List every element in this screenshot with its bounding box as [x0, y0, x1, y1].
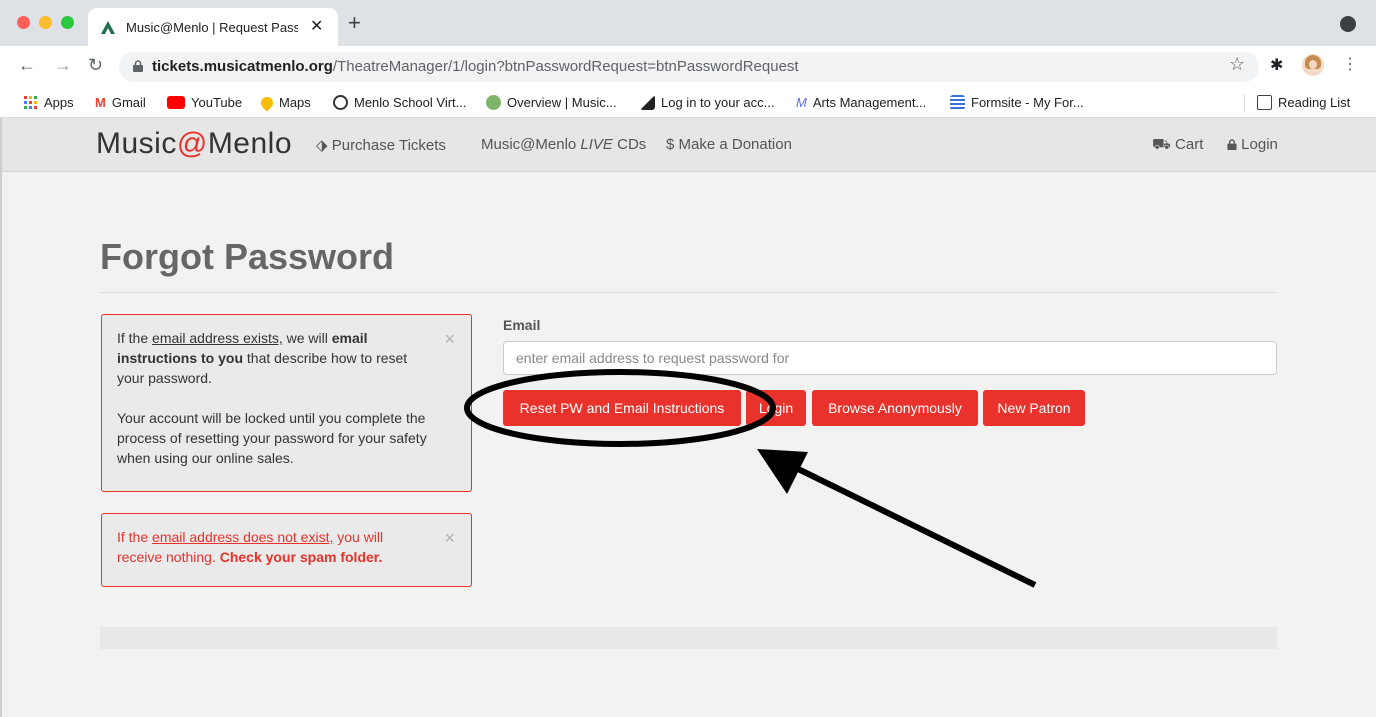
nav-cart[interactable]: ⛟ Cart: [1152, 136, 1203, 155]
nav-purchase-tickets[interactable]: ⬗ Purchase Tickets: [316, 136, 446, 154]
nav-make-donation[interactable]: $ Make a Donation: [666, 136, 792, 153]
gmail-icon: M: [95, 95, 106, 110]
email-field[interactable]: [503, 341, 1277, 375]
close-window-button[interactable]: [17, 16, 30, 29]
apps-grid-icon: [24, 95, 38, 110]
divider: [100, 292, 1277, 293]
bookmarks-bar: Apps M Gmail YouTube Maps Menlo School Vi…: [0, 88, 1376, 118]
bookmark-overview-music[interactable]: Overview | Music...: [486, 95, 617, 110]
extensions-puzzle-icon[interactable]: ✱: [1270, 55, 1283, 75]
nav-live-cds[interactable]: Music@Menlo LIVE CDs: [481, 136, 646, 153]
tab-close-icon[interactable]: ✕: [310, 16, 323, 36]
site-navbar: Music@Menlo ⬗ Purchase Tickets Music@Men…: [0, 118, 1376, 172]
browser-toolbar: ← → ↻ tickets.musicatmenlo.org/TheatreMa…: [0, 46, 1376, 88]
browser-tab-bar: Music@Menlo | Request Passw ✕ +: [0, 0, 1376, 46]
bookmark-arts-management[interactable]: M Arts Management...: [796, 95, 926, 110]
email-label: Email: [503, 317, 541, 333]
globe-icon: [333, 95, 348, 110]
maps-pin-icon: [258, 94, 276, 111]
bookmark-log-in[interactable]: Log in to your acc...: [640, 95, 774, 110]
bookmark-gmail[interactable]: M Gmail: [95, 95, 146, 110]
reading-list-icon: [1257, 95, 1272, 110]
youtube-icon: [167, 96, 185, 109]
login-button[interactable]: Login: [746, 390, 806, 426]
bookmark-formsite[interactable]: Formsite - My For...: [950, 95, 1084, 110]
url-text: tickets.musicatmenlo.org/TheatreManager/…: [152, 58, 799, 75]
bookmark-youtube[interactable]: YouTube: [167, 95, 242, 110]
reset-password-button[interactable]: Reset PW and Email Instructions: [503, 390, 741, 426]
tab-title: Music@Menlo | Request Passw: [126, 20, 298, 35]
reading-list-button[interactable]: Reading List: [1257, 95, 1350, 110]
site-logo[interactable]: Music@Menlo: [96, 127, 292, 161]
minimize-window-button[interactable]: [39, 16, 52, 29]
browser-tab[interactable]: Music@Menlo | Request Passw ✕: [88, 8, 338, 46]
maximize-window-button[interactable]: [61, 16, 74, 29]
bookmark-apps[interactable]: Apps: [24, 95, 74, 110]
bookmarks-divider: [1244, 94, 1245, 112]
footer-bar: [100, 627, 1277, 649]
page-title: Forgot Password: [100, 236, 395, 277]
browse-anonymously-button[interactable]: Browse Anonymously: [812, 390, 978, 426]
log-in-icon: [640, 95, 655, 110]
close-icon[interactable]: ×: [444, 528, 455, 548]
address-bar[interactable]: tickets.musicatmenlo.org/TheatreManager/…: [119, 52, 1259, 82]
alert-email-not-exists: × If the email address does not exist, y…: [101, 513, 472, 587]
web-page: Music@Menlo ⬗ Purchase Tickets Music@Men…: [0, 118, 1376, 717]
music-menlo-favicon-icon: [101, 21, 115, 34]
window-edge: [0, 118, 2, 717]
bookmark-menlo-school[interactable]: Menlo School Virt...: [333, 95, 466, 110]
overview-icon: [486, 95, 501, 110]
chrome-profile-icon[interactable]: [1340, 16, 1356, 32]
new-tab-icon[interactable]: +: [348, 12, 361, 34]
arts-management-icon: M: [796, 95, 807, 110]
tag-icon: ⬗: [316, 137, 328, 154]
reload-icon[interactable]: ↻: [88, 55, 103, 76]
formsite-icon: [950, 95, 965, 110]
bookmark-maps[interactable]: Maps: [258, 94, 311, 111]
avatar[interactable]: [1302, 54, 1324, 76]
new-patron-button[interactable]: New Patron: [983, 390, 1085, 426]
lock-icon: [133, 60, 143, 72]
more-menu-icon[interactable]: ⋮: [1342, 54, 1358, 74]
lock-icon: [1227, 139, 1237, 150]
close-icon[interactable]: ×: [444, 329, 455, 349]
alert-email-exists: × If the email address exists, we will e…: [101, 314, 472, 492]
back-arrow-icon[interactable]: ←: [18, 55, 36, 76]
forward-arrow-icon[interactable]: →: [54, 55, 72, 76]
nav-login[interactable]: Login: [1227, 136, 1278, 153]
bookmark-star-icon[interactable]: ☆: [1229, 54, 1245, 75]
cart-icon: ⛟: [1152, 136, 1171, 153]
